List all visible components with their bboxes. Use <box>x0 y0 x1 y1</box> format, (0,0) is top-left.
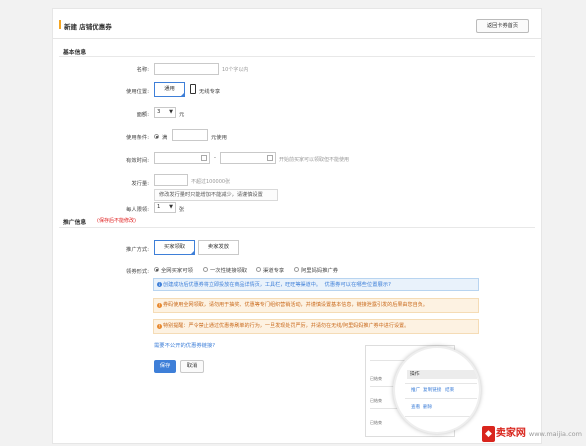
warning-alert-2: ! 特别提醒：严令禁止通过优惠券刷单的行为，一旦发现处罚严厉，并请勿在无线/阿里… <box>153 319 479 334</box>
condition-radio[interactable] <box>154 134 159 139</box>
condition-label: 使用条件: <box>126 135 149 141</box>
period-label: 有效时间: <box>126 158 149 164</box>
receive-option-all[interactable]: 全网买家可领 <box>161 266 193 274</box>
limit-value: 1 <box>157 204 161 210</box>
name-input[interactable] <box>154 63 219 75</box>
quantity-tip: 修改发行量时只能增加不能减少，请谨慎设置 <box>154 189 278 201</box>
mobile-icon <box>190 84 196 94</box>
receive-radio-channel[interactable] <box>256 267 261 272</box>
preview-link-promote: 推广 <box>411 388 421 393</box>
receive-option-channel[interactable]: 渠道专享 <box>263 266 284 274</box>
amount-value: 3 <box>157 109 161 115</box>
preview-row-status: 已结束 <box>370 420 382 425</box>
preview-row-status: 已结束 <box>370 398 382 403</box>
info-alert: i 创建成功后优惠券将立即投放在商品详情页，工具栏，旺旺等渠道中。 优惠券可以在… <box>153 278 479 291</box>
warning-icon: ! <box>157 303 162 308</box>
section-title-basic: 基本信息 <box>63 50 87 56</box>
method-label: 推广方式: <box>126 247 149 253</box>
title-accent-mark <box>59 20 61 29</box>
start-date-input[interactable] <box>154 152 210 164</box>
warning-alert-1: ! 券码使用全网领取，请勿用于抽奖、优惠等专门组织营销活动，并谨慎设置基本信息，… <box>153 298 479 313</box>
divider <box>59 227 535 228</box>
receive-option-alimama[interactable]: 阿里妈妈推广券 <box>301 266 338 274</box>
display-location-link[interactable]: 优惠券可以在哪些位置展示? <box>325 282 391 288</box>
magnifier-callout: 操作 推广 复制链接 结束 查看 删除 <box>393 346 481 434</box>
info-alert-text: 创建成功后优惠券将立即投放在商品详情页，工具栏，旺旺等渠道中。 <box>163 282 321 288</box>
name-label: 名称: <box>136 67 149 73</box>
watermark-logo: ◆ <box>481 426 495 442</box>
warning-icon: ! <box>157 324 162 329</box>
section-title-promo: 推广信息 <box>63 220 87 226</box>
condition-prefix: 满 <box>162 135 168 141</box>
location-option-general[interactable]: 通用 <box>154 82 185 97</box>
limit-label: 每人限领: <box>126 207 149 213</box>
location-option-mobile[interactable]: 无线专享 <box>199 87 220 95</box>
preview-link-delete: 删除 <box>423 405 433 410</box>
amount-unit: 元 <box>179 112 185 118</box>
receive-radio-all[interactable] <box>154 267 159 272</box>
watermark: ◆ 卖家网 www.maijia.com <box>481 426 582 442</box>
period-separator: - <box>214 155 216 161</box>
chevron-down-icon: ▼ <box>169 204 173 210</box>
receive-label: 领券形式: <box>126 269 149 275</box>
location-label: 使用位置: <box>126 89 149 95</box>
page-title: 新建 店铺优惠券 <box>64 23 112 31</box>
preview-link-view: 查看 <box>411 405 421 410</box>
preview-link-end: 结束 <box>445 388 455 393</box>
amount-label: 面额: <box>136 112 149 118</box>
method-option-buyer[interactable]: 买家领取 <box>154 240 195 255</box>
title-bar: 新建 店铺优惠券 返回卡券首页 <box>53 9 541 39</box>
end-date-input[interactable] <box>220 152 276 164</box>
hidden-coupon-link[interactable]: 需要不公开的优惠券链接? <box>154 341 215 349</box>
calendar-icon[interactable] <box>201 155 207 161</box>
preview-divider <box>405 383 477 384</box>
receive-radio-link[interactable] <box>203 267 208 272</box>
condition-suffix: 元使用 <box>211 135 227 141</box>
preview-operation-header: 操作 <box>407 370 477 379</box>
cancel-button[interactable]: 取消 <box>180 360 204 373</box>
warning-alert-1-text: 券码使用全网领取，请勿用于抽奖、优惠等专门组织营销活动，并谨慎设置基本信息，链接… <box>163 302 428 308</box>
preview-divider <box>405 398 477 399</box>
preview-row-status: 已结束 <box>370 376 382 381</box>
period-hint: 开始前买家可以领取但不能使用 <box>279 157 350 163</box>
condition-amount-input[interactable] <box>172 129 208 141</box>
warning-alert-2-text: 特别提醒：严令禁止通过优惠券刷单的行为，一旦发现处罚严厉，并请勿在无线/阿里妈妈… <box>163 323 410 329</box>
quantity-hint: 不超过100000张 <box>191 179 231 185</box>
preview-link-copy: 复制链接 <box>423 388 442 393</box>
save-button[interactable]: 保存 <box>154 360 176 373</box>
receive-radio-alimama[interactable] <box>294 267 299 272</box>
limit-unit: 张 <box>179 207 185 213</box>
chevron-down-icon: ▼ <box>169 109 173 115</box>
watermark-url: www.maijia.com <box>528 430 582 438</box>
section-note: (保存后不能修改) <box>97 218 136 224</box>
divider <box>59 56 535 57</box>
receive-option-link[interactable]: 一次性链接领取 <box>210 266 247 274</box>
amount-select[interactable]: 3 ▼ <box>154 107 176 118</box>
quantity-input[interactable] <box>154 174 188 186</box>
limit-select[interactable]: 1 ▼ <box>154 202 176 213</box>
preview-divider <box>405 416 477 417</box>
calendar-icon[interactable] <box>267 155 273 161</box>
back-to-coupons-button[interactable]: 返回卡券首页 <box>476 19 529 33</box>
info-icon: i <box>157 282 162 287</box>
method-option-seller[interactable]: 卖家发放 <box>198 240 239 255</box>
quantity-label: 发行量: <box>131 181 149 187</box>
name-hint: 10个字以内 <box>222 67 249 73</box>
watermark-brand: 卖家网 <box>495 428 526 439</box>
